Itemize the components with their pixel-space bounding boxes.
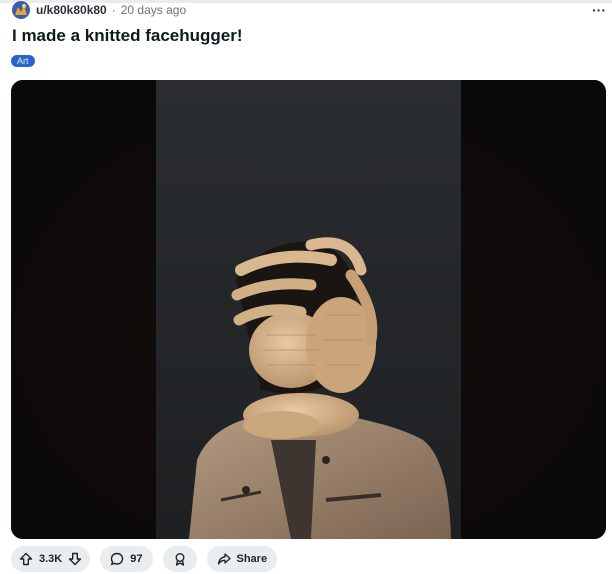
separator-dot: ·	[111, 3, 116, 17]
share-arrow-icon	[217, 553, 231, 565]
username[interactable]: u/k80k80k80	[36, 3, 107, 17]
upvote-arrow-icon[interactable]	[19, 552, 33, 566]
comment-count: 97	[130, 553, 143, 565]
post-title[interactable]: I made a knitted facehugger!	[12, 26, 243, 46]
share-label: Share	[236, 553, 268, 565]
share-button[interactable]: Share	[206, 546, 278, 572]
award-icon	[175, 553, 184, 566]
action-bar: 3.3K 97 Share	[11, 546, 278, 574]
award-button[interactable]	[162, 546, 197, 572]
comment-bubble-icon	[110, 552, 124, 566]
post-age: 20 days ago	[120, 3, 187, 17]
more-options-icon[interactable]: ···	[592, 2, 606, 18]
vote-count: 3.3K	[39, 553, 63, 565]
comments-button[interactable]: 97	[100, 546, 153, 572]
downvote-arrow-icon[interactable]	[68, 552, 82, 566]
flair-badge[interactable]: Art	[11, 55, 35, 67]
post-header: u/k80k80k80 · 20 days ago ···	[12, 1, 606, 19]
post-image[interactable]	[11, 80, 606, 539]
avatar[interactable]	[12, 1, 30, 19]
vote-group: 3.3K	[11, 546, 91, 572]
